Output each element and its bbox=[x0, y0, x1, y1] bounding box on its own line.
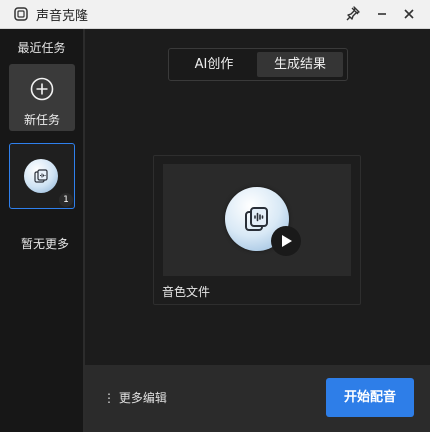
plus-circle-icon bbox=[30, 77, 54, 101]
window-title: 声音克隆 bbox=[36, 9, 89, 24]
voice-file-icon bbox=[245, 207, 268, 231]
task-thumbnail bbox=[24, 159, 58, 193]
tab-group: AI创作 生成结果 bbox=[168, 48, 348, 81]
result-card[interactable]: 音色文件 bbox=[153, 155, 361, 305]
pin-icon[interactable] bbox=[344, 4, 364, 24]
new-task-button[interactable]: 新任务 bbox=[9, 64, 75, 131]
minimize-icon[interactable] bbox=[372, 4, 392, 24]
title-bar: 声音克隆 bbox=[0, 0, 430, 29]
app-icon bbox=[14, 7, 28, 21]
play-icon bbox=[282, 235, 292, 247]
tab-generated-results[interactable]: 生成结果 bbox=[257, 52, 343, 77]
start-dubbing-button[interactable]: 开始配音 bbox=[326, 378, 414, 417]
sidebar-title: 最近任务 bbox=[17, 41, 66, 55]
sidebar: 最近任务 新任务 1 暂无更多 bbox=[0, 29, 85, 432]
result-caption: 音色文件 bbox=[162, 285, 211, 299]
close-icon[interactable] bbox=[399, 4, 419, 24]
voice-file-icon bbox=[34, 169, 48, 183]
result-preview bbox=[163, 164, 351, 276]
task-count-badge: 1 bbox=[59, 193, 73, 207]
tab-ai-creation[interactable]: AI创作 bbox=[173, 52, 255, 77]
no-more-text: 暂无更多 bbox=[20, 237, 69, 251]
bottom-bar: ⋮ 更多编辑 开始配音 bbox=[85, 365, 430, 432]
play-button[interactable] bbox=[271, 226, 301, 256]
task-item[interactable]: 1 bbox=[9, 143, 75, 209]
more-edit-button[interactable]: ⋮ 更多编辑 bbox=[103, 389, 167, 406]
new-task-label: 新任务 bbox=[23, 113, 60, 127]
